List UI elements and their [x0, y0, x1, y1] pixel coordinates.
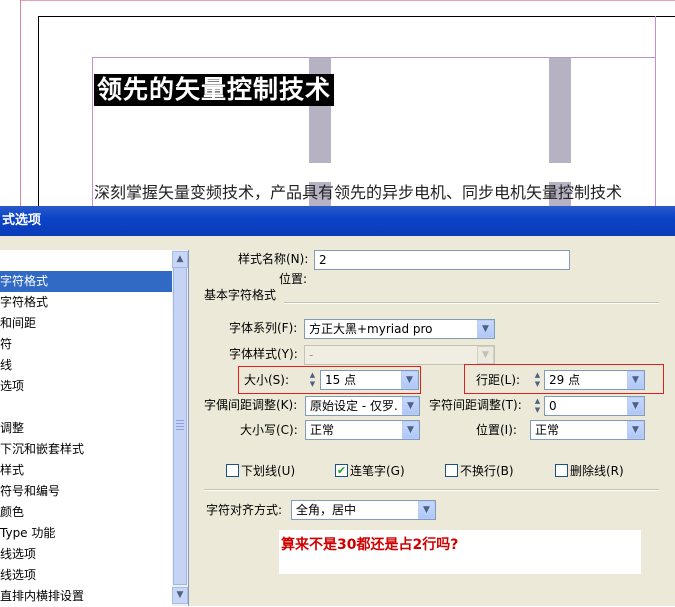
strikethrough-checkbox[interactable] — [555, 464, 568, 477]
category-item-grep-style[interactable]: 样式 — [0, 460, 172, 481]
leading-label: 行距(L): — [476, 373, 521, 387]
font-family-select[interactable]: 方正大黑+myriad pro — [304, 319, 495, 339]
chevron-down-icon[interactable]: ▼ — [627, 421, 644, 439]
scrollbar-grip-icon — [176, 420, 184, 432]
chevron-down-icon[interactable]: ▼ — [477, 320, 494, 338]
scroll-up-button[interactable]: ▲ — [172, 251, 188, 268]
underline-label: 下划线(U) — [241, 464, 296, 478]
chevron-down-icon[interactable]: ▼ — [627, 397, 644, 415]
char-alignment-select[interactable]: 全角，居中 — [291, 500, 436, 520]
chevron-down-icon: ▼ — [477, 346, 494, 364]
chevron-down-icon[interactable]: ▼ — [402, 421, 419, 439]
category-item-strikethrough-options[interactable]: 线选项 — [0, 565, 172, 586]
frame-grid-column-marker — [549, 57, 571, 163]
section-divider — [204, 489, 659, 491]
case-label: 大小写(C): — [240, 423, 298, 437]
dialog-titlebar[interactable]: 式选项 — [0, 206, 675, 236]
category-list[interactable]: 字符格式 字符格式 和间距 符 线 选项 调整 下沉和嵌套样式 样式 符号和编号… — [0, 250, 189, 606]
ligature-checkbox[interactable]: ✔ — [335, 464, 348, 477]
checkmark-icon: ✔ — [336, 464, 347, 477]
category-item-options[interactable]: 选项 — [0, 376, 172, 397]
tracking-label: 字符间距调整(T): — [429, 398, 522, 412]
font-style-select[interactable]: - — [304, 345, 495, 365]
style-name-input[interactable]: 2 — [314, 250, 570, 270]
font-style-label: 字体样式(Y): — [229, 347, 298, 361]
document-body-text[interactable]: 深刻掌握矢量变频技术，产品具有领先的异步电机、同步电机矢量控制技术 — [94, 182, 622, 204]
category-item-bullets-numbering[interactable]: 符号和编号 — [0, 481, 172, 502]
frame-grid-column-marker — [309, 57, 331, 163]
category-item-tate-chu-yoko[interactable]: 直排内横排设置 — [0, 586, 172, 607]
document-heading[interactable]: 领先的矢量控制技术 — [94, 74, 335, 106]
category-item-basic-char-format[interactable]: 字符格式 — [0, 271, 172, 292]
category-item-blank[interactable] — [0, 397, 172, 418]
category-item-underline-options[interactable]: 线选项 — [0, 544, 172, 565]
position-label: 位置(I): — [476, 423, 517, 437]
size-label: 大小(S): — [244, 373, 290, 387]
char-alignment-label: 字符对齐方式: — [206, 503, 283, 517]
style-name-label: 样式名称(N): — [238, 252, 309, 266]
strikethrough-label: 删除线(R) — [570, 464, 624, 478]
category-item-color[interactable]: 颜色 — [0, 502, 172, 523]
spinner-arrows-icon[interactable]: ▲ ▼ — [532, 397, 543, 415]
dialog-title: 式选项 — [2, 213, 42, 228]
section-title: 基本字符格式 — [204, 288, 277, 302]
chevron-down-icon[interactable]: ▼ — [401, 371, 418, 389]
spinner-arrows-icon[interactable]: ▲ ▼ — [532, 371, 543, 389]
category-item-rules[interactable]: 线 — [0, 355, 172, 376]
spinner-arrows-icon[interactable]: ▲ ▼ — [307, 371, 318, 389]
category-item-drop-caps[interactable]: 下沉和嵌套样式 — [0, 439, 172, 460]
category-item-justification[interactable]: 调整 — [0, 418, 172, 439]
category-item-indents-spacing[interactable]: 和间距 — [0, 313, 172, 334]
kerning-label: 字偶间距调整(K): — [204, 398, 298, 412]
margin-guide-left — [92, 57, 93, 206]
category-item-opentype[interactable]: Type 功能 — [0, 523, 172, 544]
margin-guide-right — [655, 16, 656, 206]
font-family-label: 字体系列(F): — [229, 321, 298, 335]
category-item-tabs[interactable]: 符 — [0, 334, 172, 355]
chevron-down-icon[interactable]: ▼ — [627, 371, 644, 389]
annotation-text: 算来不是30都还是占2行吗? — [281, 537, 459, 553]
ligature-label: 连笔字(G) — [350, 464, 405, 478]
nobreak-checkbox[interactable] — [445, 464, 458, 477]
location-label: 位置: — [279, 272, 308, 286]
underline-checkbox[interactable] — [226, 464, 239, 477]
category-item-advanced-char-format[interactable]: 字符格式 — [0, 292, 172, 313]
chevron-down-icon[interactable]: ▼ — [402, 397, 419, 415]
page-border — [38, 16, 675, 207]
chevron-down-icon[interactable]: ▼ — [418, 501, 435, 519]
nobreak-label: 不换行(B) — [460, 464, 514, 478]
scroll-down-button[interactable]: ▼ — [172, 587, 188, 604]
section-divider — [284, 302, 659, 304]
